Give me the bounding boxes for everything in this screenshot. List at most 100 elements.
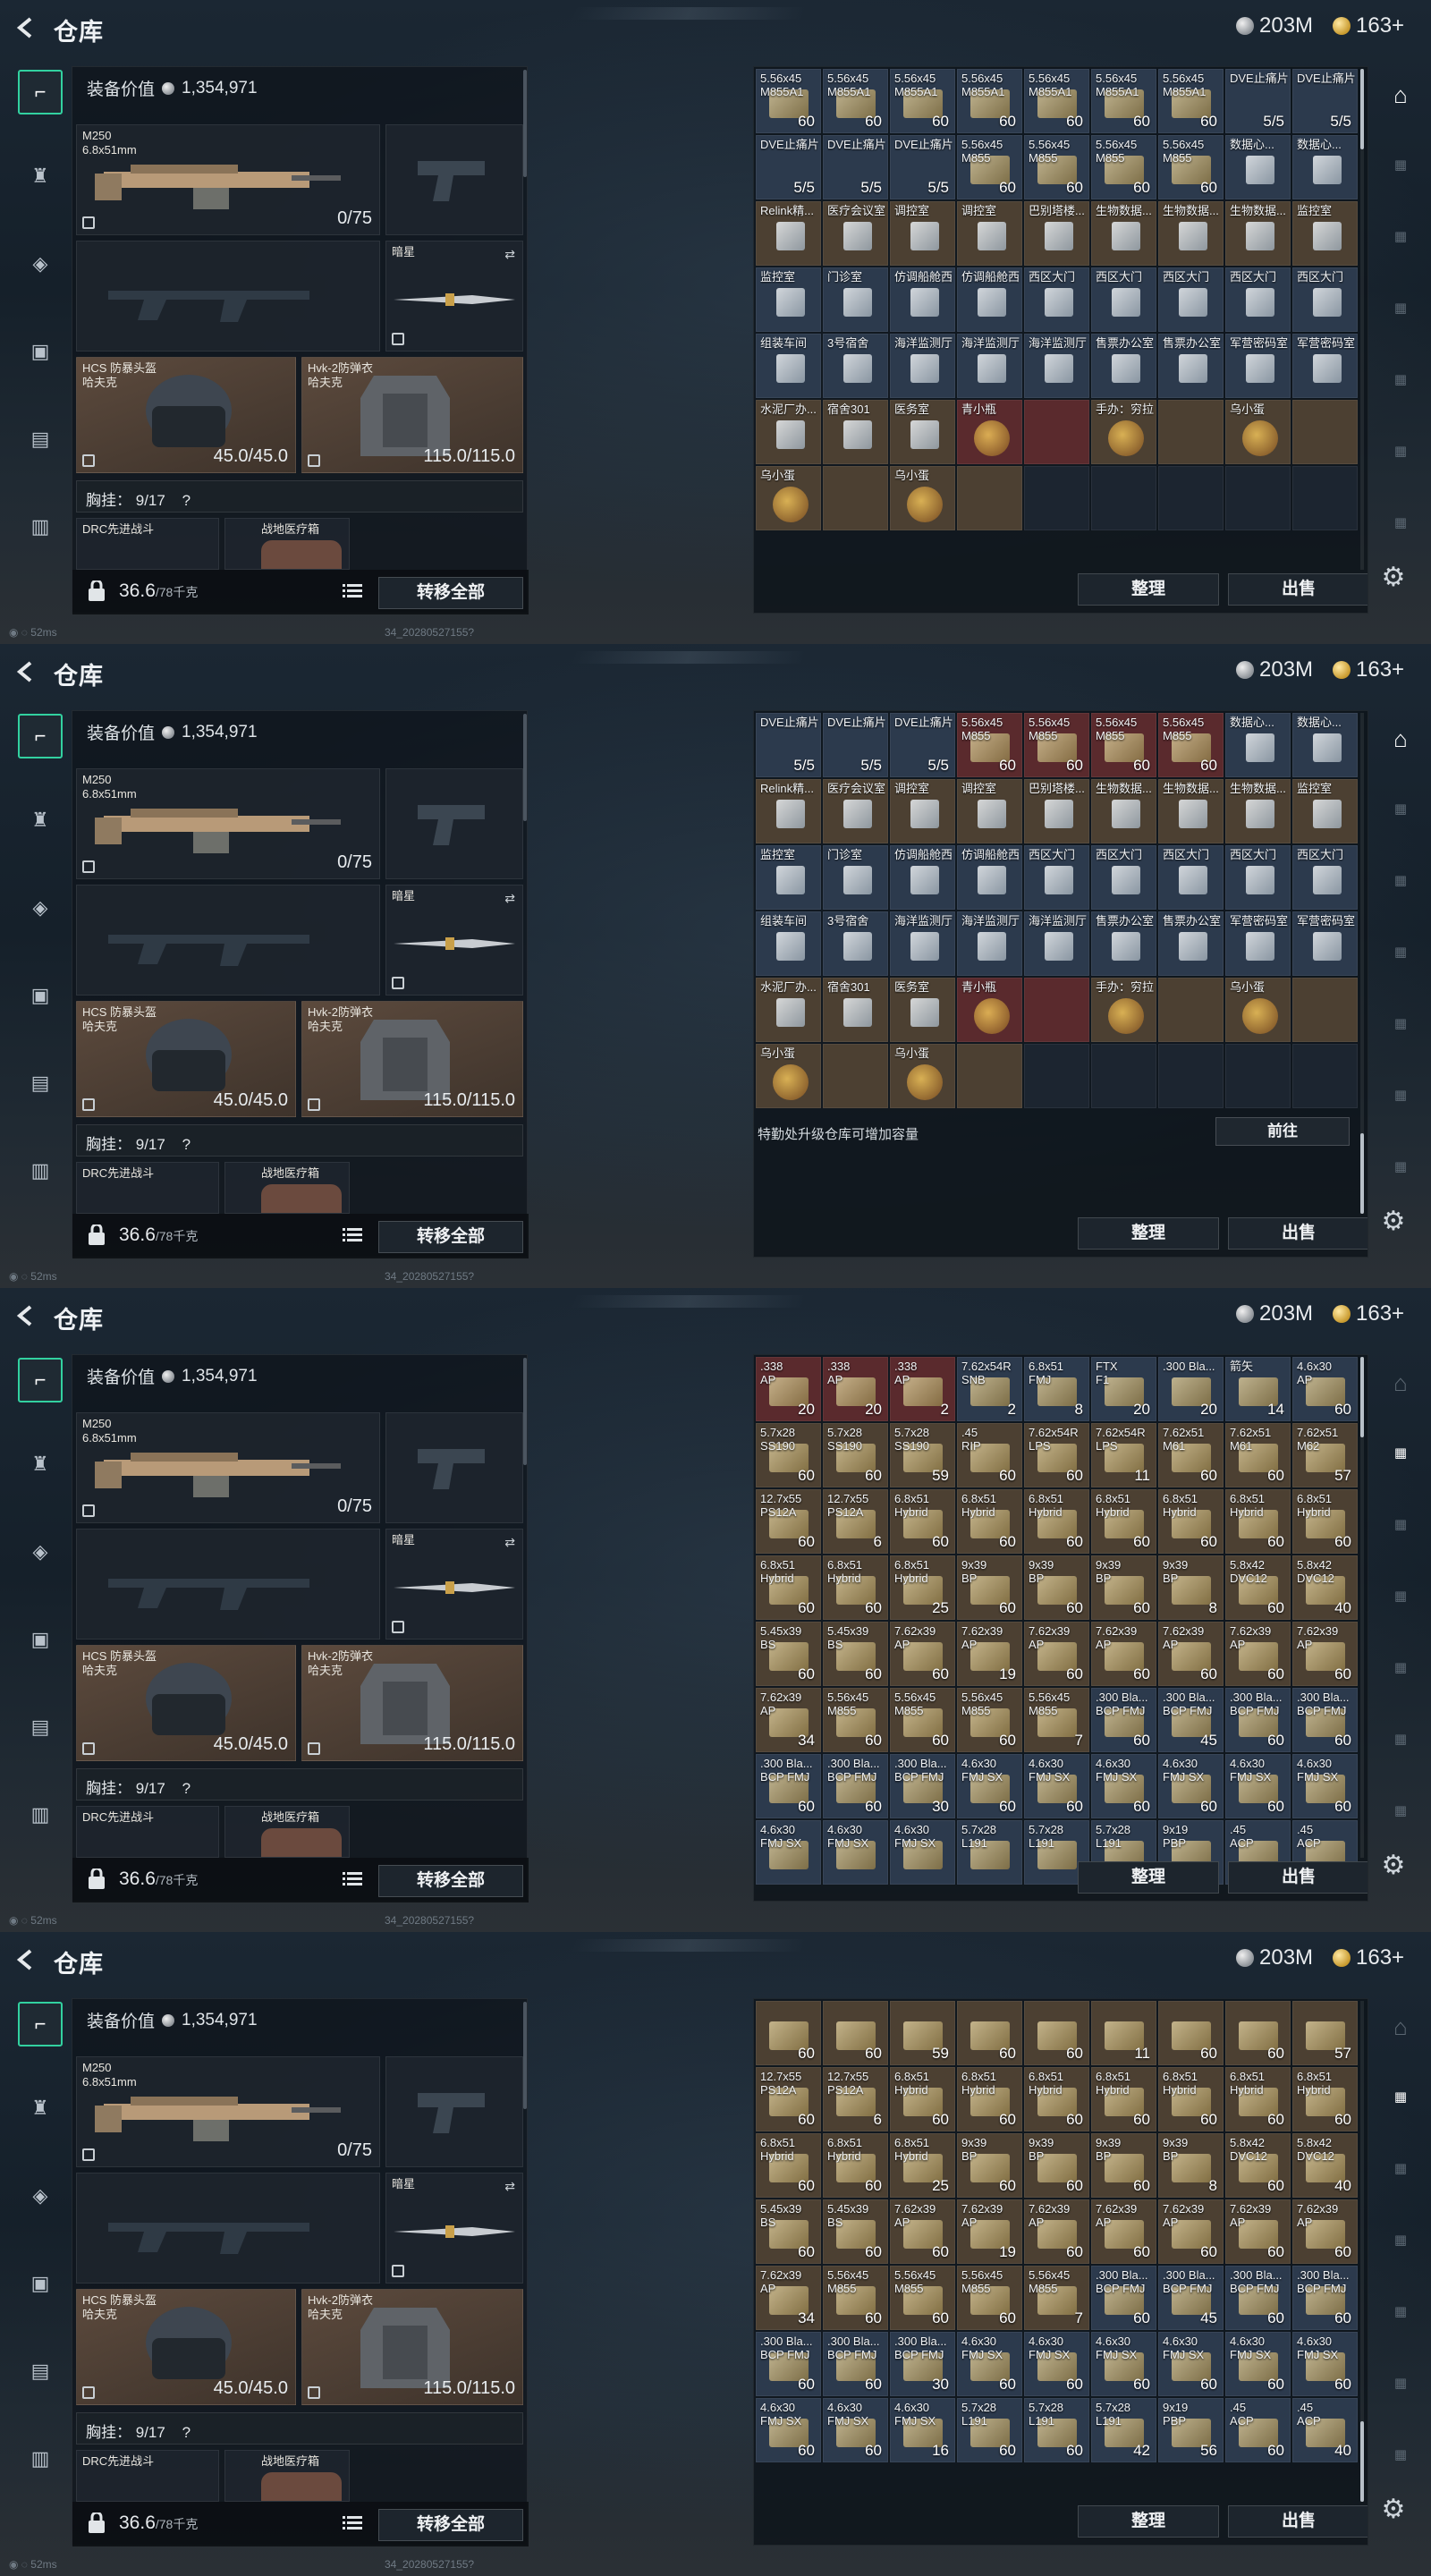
storage-item-cell[interactable]: 6.8x51 Hybrid 25 (890, 1555, 955, 1620)
storage-item-cell[interactable]: 西区大门 (1024, 267, 1089, 332)
chest-rig-row[interactable]: 胸挂： 9/17 ? (76, 1768, 523, 1801)
storage-item-cell[interactable]: 生物数据... (1225, 201, 1291, 266)
storage-item-cell[interactable] (1292, 978, 1358, 1042)
storage-item-cell[interactable]: 6.8x51 Hybrid 60 (1158, 1489, 1224, 1554)
back-arrow-icon[interactable] (13, 14, 39, 41)
storage-item-cell[interactable]: 4.6x30 FMJ SX 60 (1225, 1754, 1291, 1818)
storage-item-cell[interactable]: DVE止痛片 5/5 (1292, 69, 1358, 133)
storage-item-cell[interactable]: 数据心... (1225, 135, 1291, 199)
storage-item-cell[interactable]: 5.7x28 L191 60 (1024, 2398, 1089, 2462)
storage-item-cell[interactable]: 西区大门 (1158, 845, 1224, 910)
gold-currency[interactable]: 163+ (1333, 1301, 1404, 1326)
keys-tab-icon[interactable]: ▦ (1381, 934, 1420, 970)
storage-item-cell[interactable]: 4.6x30 FMJ SX 60 (756, 2398, 821, 2462)
storage-item-cell[interactable]: 7.62x39 AP 60 (1225, 2199, 1291, 2264)
bag-item-slot[interactable]: DRC先进战斗 (76, 2450, 219, 2502)
storage-item-cell[interactable]: .300 Bla... BCP FMJ 60 (1225, 1688, 1291, 1752)
sort-button[interactable]: 整理 (1078, 2505, 1219, 2538)
storage-item-cell[interactable]: 6.8x51 Hybrid 60 (823, 1555, 888, 1620)
settings-gear-icon[interactable]: ⚙ (1377, 1850, 1410, 1882)
sell-button[interactable]: 出售 (1228, 2505, 1367, 2538)
storage-item-cell[interactable]: .300 Bla... BCP FMJ 60 (823, 1754, 888, 1818)
helmet-tab-icon[interactable]: ◈ (18, 242, 63, 286)
storage-item-cell[interactable]: 数据心... (1225, 713, 1291, 777)
list-icon[interactable] (343, 583, 362, 599)
collectibles-tab-icon[interactable]: ▦ (1381, 433, 1420, 469)
storage-item-cell[interactable]: 5.56x45 M855A1 60 (823, 69, 888, 133)
storage-item-cell[interactable]: 西区大门 (1292, 845, 1358, 910)
storage-item-cell[interactable]: 5.56x45 M855A1 60 (890, 69, 955, 133)
storage-item-cell[interactable]: 乌小蛋 (756, 466, 821, 530)
storage-item-cell[interactable]: 5.56x45 M855 60 (1024, 713, 1089, 777)
storage-item-cell[interactable]: 12.7x55 PS12A 6 (823, 2067, 888, 2131)
storage-item-cell[interactable]: .300 Bla... BCP FMJ 45 (1158, 1688, 1224, 1752)
swap-icon[interactable]: ⇄ (504, 1535, 515, 1550)
storage-item-cell[interactable]: 组装车间 (756, 911, 821, 976)
weapon-tab-icon[interactable]: ⌐ (18, 714, 63, 758)
melee-slot[interactable]: 暗星 ⇄ (385, 885, 523, 996)
empty-storage-cell[interactable] (1024, 1044, 1089, 1108)
storage-item-cell[interactable]: 4.6x30 FMJ SX 60 (957, 2332, 1022, 2396)
gear-tab-icon[interactable]: ▦ (1381, 862, 1420, 898)
storage-item-cell[interactable] (823, 1044, 888, 1108)
storage-item-cell[interactable]: 军营密码室 (1292, 911, 1358, 976)
storage-item-cell[interactable]: 5.56x45 M855 60 (957, 2266, 1022, 2330)
storage-item-cell[interactable]: 9x39 BP 60 (1024, 2133, 1089, 2198)
storage-item-cell[interactable]: 宿舍301 (823, 400, 888, 464)
storage-item-cell[interactable]: 手办：穷拉 (1091, 400, 1156, 464)
collectibles-tab-icon[interactable]: ▦ (1381, 2365, 1420, 2401)
storage-item-cell[interactable]: 生物数据... (1158, 779, 1224, 843)
warehouse-tab-icon[interactable]: ⌂ (1381, 2009, 1420, 2045)
storage-item-cell[interactable]: 仿调船舱西 (957, 845, 1022, 910)
armor-slot[interactable]: Hvk-2防弹衣 哈夫克 115.0/115.0 (301, 2289, 523, 2405)
storage-item-cell[interactable]: .300 Bla... BCP FMJ 60 (1091, 1688, 1156, 1752)
sidearm-slot-empty[interactable] (385, 2056, 523, 2167)
storage-item-cell[interactable]: 4.6x30 FMJ SX 60 (823, 2398, 888, 2462)
storage-item-cell[interactable]: 6.8x51 Hybrid 60 (957, 1489, 1022, 1554)
storage-item-cell[interactable]: 监控室 (756, 845, 821, 910)
storage-item-cell[interactable]: 9x39 BP 60 (1024, 1555, 1089, 1620)
storage-item-cell[interactable]: 5.56x45 M855A1 60 (957, 69, 1022, 133)
storage-item-cell[interactable]: 3号宿舍 (823, 911, 888, 976)
ammo-tab-icon[interactable]: ▦ (1381, 1435, 1420, 1470)
sidearm-slot-empty[interactable] (385, 1412, 523, 1523)
secondary-weapon-slot-empty[interactable] (76, 885, 380, 996)
storage-item-cell[interactable]: 5.56x45 M855 60 (1091, 713, 1156, 777)
storage-item-cell[interactable]: 医务室 (890, 400, 955, 464)
storage-item-cell[interactable]: 60 (1158, 2001, 1224, 2065)
storage-item-cell[interactable]: 7.62x39 AP 34 (756, 2266, 821, 2330)
storage-item-cell[interactable]: 7.62x39 AP 60 (1024, 1622, 1089, 1686)
storage-item-cell[interactable]: 西区大门 (1292, 267, 1358, 332)
storage-item-cell[interactable]: 4.6x30 FMJ SX 60 (1158, 2332, 1224, 2396)
bag-item-slot[interactable]: DRC先进战斗 (76, 518, 219, 570)
storage-item-cell[interactable]: 数据心... (1292, 713, 1358, 777)
storage-item-cell[interactable]: 5.45x39 BS 60 (756, 1622, 821, 1686)
storage-item-cell[interactable]: .45 ACP 60 (1225, 2398, 1291, 2462)
helmet-tab-icon[interactable]: ◈ (18, 886, 63, 930)
storage-item-cell[interactable] (1024, 978, 1089, 1042)
storage-item-cell[interactable]: 7.62x54R LPS 60 (1024, 1423, 1089, 1487)
storage-item-cell[interactable]: 监控室 (1292, 779, 1358, 843)
storage-item-cell[interactable]: 医疗会议室 (823, 201, 888, 266)
storage-item-cell[interactable]: DVE止痛片 5/5 (1225, 69, 1291, 133)
swap-icon[interactable]: ⇄ (504, 247, 515, 262)
meds-tab-icon[interactable]: ▦ (1381, 361, 1420, 397)
storage-item-cell[interactable]: .338 AP 2 (890, 1357, 955, 1421)
storage-item-cell[interactable]: 5.56x45 M855 7 (1024, 2266, 1089, 2330)
storage-item-cell[interactable]: .300 Bla... BCP FMJ 60 (1292, 1688, 1358, 1752)
list-icon[interactable] (343, 2515, 362, 2531)
storage-item-cell[interactable]: 5.56x45 M855A1 60 (1158, 69, 1224, 133)
empty-storage-cell[interactable] (1225, 466, 1291, 530)
storage-item-cell[interactable]: 6.8x51 Hybrid 25 (890, 2133, 955, 2198)
storage-scroll-thumb[interactable] (1360, 1357, 1364, 1437)
gold-currency[interactable]: 163+ (1333, 657, 1404, 682)
storage-item-cell[interactable]: 57 (1292, 2001, 1358, 2065)
back-arrow-icon[interactable] (13, 658, 39, 685)
transfer-all-button[interactable]: 转移全部 (378, 1221, 523, 1253)
sell-button[interactable]: 出售 (1228, 1861, 1367, 1894)
storage-item-cell[interactable]: .300 Bla... BCP FMJ 60 (1091, 2266, 1156, 2330)
gear-tab-icon[interactable]: ▦ (1381, 2150, 1420, 2186)
collectibles-tab-icon[interactable]: ▦ (1381, 1077, 1420, 1113)
warehouse-tab-icon[interactable]: ⌂ (1381, 1365, 1420, 1401)
storage-item-cell[interactable]: 7.62x39 AP 19 (957, 2199, 1022, 2264)
